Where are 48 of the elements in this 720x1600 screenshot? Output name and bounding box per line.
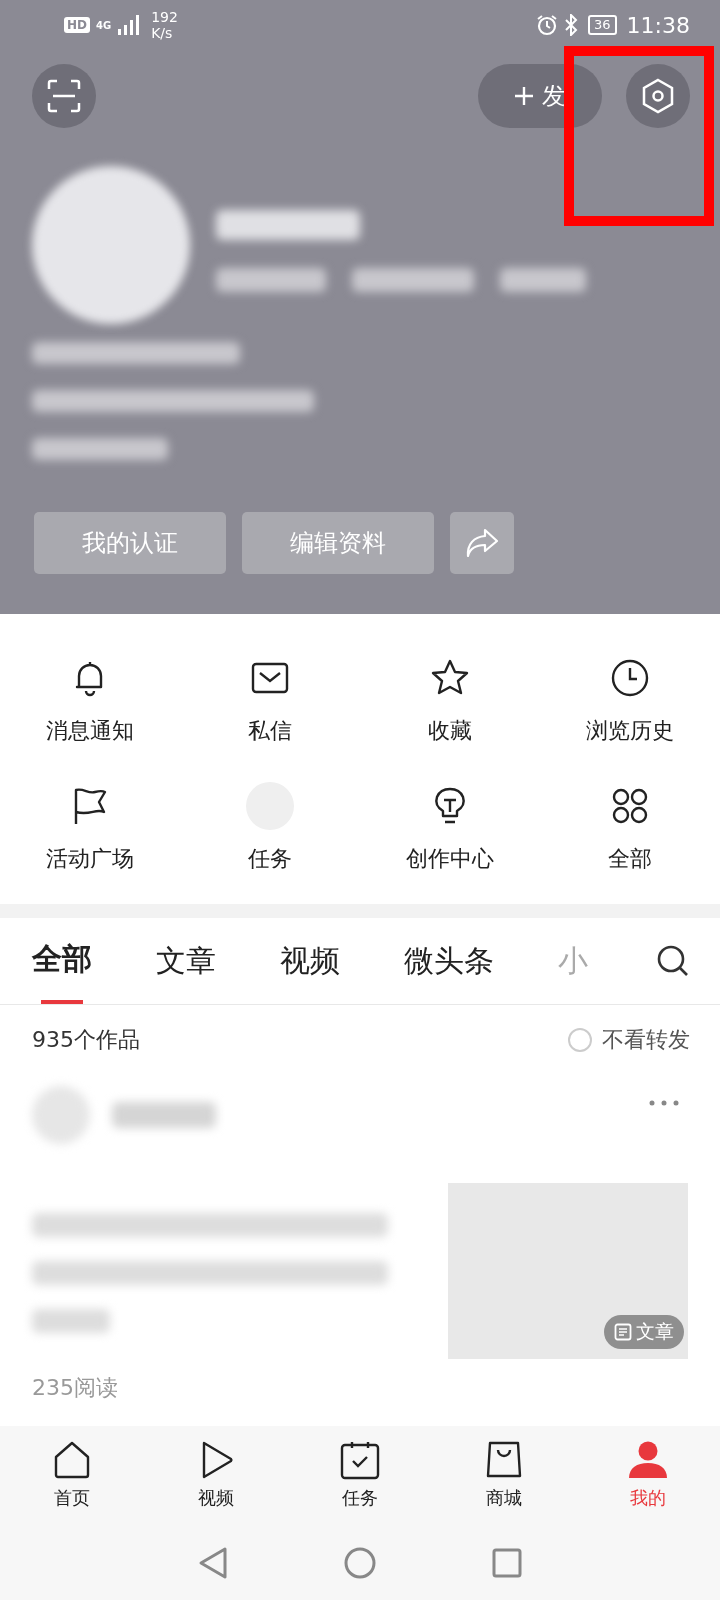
shopping-bag-icon [484,1440,524,1480]
content-tab[interactable]: 微头条 [404,918,494,1004]
shortcut-item[interactable]: 任务 [180,786,360,874]
nav-tab[interactable]: 首页 [0,1426,144,1528]
shortcut-item[interactable]: 浏览历史 [540,658,720,746]
network-type: 4G [96,19,112,31]
back-icon[interactable] [198,1546,228,1580]
filter-checkbox[interactable]: 不看转发 [568,1025,690,1055]
content-tab[interactable]: 全部 [32,918,92,1004]
battery-icon: 36 [588,15,617,35]
scan-icon [47,79,81,113]
content-tab[interactable]: 视频 [280,918,340,1004]
bluetooth-icon [564,14,579,36]
plus-icon [514,86,534,106]
content-tab[interactable]: 文章 [156,918,216,1004]
share-icon [465,528,499,558]
read-count: 235阅读 [32,1374,119,1402]
person-icon [628,1440,668,1480]
shortcut-item[interactable]: 私信 [180,658,360,746]
nav-tab[interactable]: 视频 [144,1426,288,1528]
more-icon[interactable] [648,1099,680,1107]
network-speed: 192 [151,9,178,25]
alarm-icon [536,14,559,36]
shortcut-item[interactable]: 创作中心 [360,786,540,874]
hd-badge: HD [64,17,90,33]
publish-button[interactable]: 发 [478,64,602,128]
shortcut-item[interactable]: 活动广场 [0,786,180,874]
nav-tab[interactable]: 任务 [288,1426,432,1528]
recents-icon[interactable] [492,1548,522,1578]
badge-text: 文章 [636,1319,674,1344]
shortcut-item[interactable]: 全部 [540,786,720,874]
speed-unit: K/s [151,25,174,41]
signal-icon [117,15,140,35]
works-count: 935个作品 [32,1026,140,1054]
shortcut-item[interactable]: 消息通知 [0,658,180,746]
nav-tab[interactable]: 我的 [576,1426,720,1528]
calendar-check-icon [340,1440,380,1480]
blurred-avatar [32,1086,90,1144]
clock-icon [610,658,650,698]
settings-icon [641,78,675,114]
shortcut-item[interactable]: 收藏 [360,658,540,746]
article-icon [614,1323,632,1341]
home-icon [52,1440,92,1480]
home-circle-icon[interactable] [344,1547,376,1579]
nav-tab[interactable]: 商城 [432,1426,576,1528]
clock-time: 11:38 [626,12,690,38]
apps-icon [610,786,650,826]
share-button[interactable] [450,512,514,574]
